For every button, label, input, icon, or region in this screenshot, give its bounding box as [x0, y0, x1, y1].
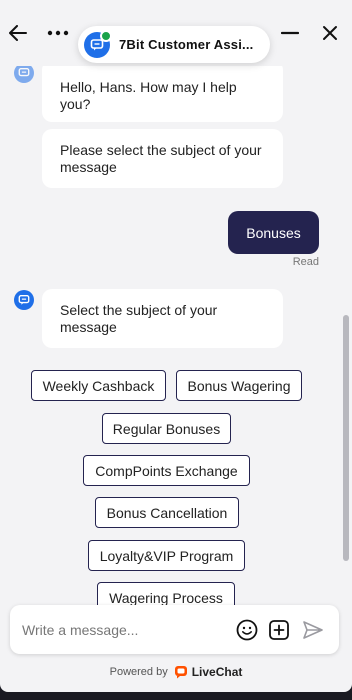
- online-status-dot: [100, 29, 112, 42]
- back-button[interactable]: [3, 18, 33, 48]
- bot-message-bubble: Select the subject of your message: [42, 289, 283, 348]
- bot-avatar: [14, 66, 34, 83]
- message-text: Hello, Hans. How may I help you?: [60, 79, 237, 112]
- chat-title: 7Bit Customer Assi...: [119, 37, 254, 52]
- add-attachment-icon: [269, 620, 289, 640]
- message-input[interactable]: [20, 617, 234, 643]
- quick-reply-wagering-process[interactable]: Wagering Process: [97, 582, 235, 606]
- quick-reply-bonus-cancellation[interactable]: Bonus Cancellation: [95, 497, 239, 528]
- powered-by-label: Powered by: [109, 666, 168, 678]
- bot-message-bubble: Hello, Hans. How may I help you?: [42, 66, 283, 122]
- send-icon: [303, 621, 323, 639]
- bot-message-bubble: Please select the subject of your messag…: [42, 129, 283, 188]
- powered-by-footer[interactable]: Powered by LiveChat: [0, 665, 352, 679]
- minimize-button[interactable]: [275, 18, 305, 48]
- message-text: Bonuses: [246, 224, 301, 241]
- agent-title-pill[interactable]: 7Bit Customer Assi...: [78, 26, 270, 63]
- quick-reply-regular-bonuses[interactable]: Regular Bonuses: [102, 413, 231, 444]
- quick-reply-weekly-cashback[interactable]: Weekly Cashback: [31, 370, 166, 401]
- read-receipt: Read: [292, 256, 319, 268]
- add-attachment-button[interactable]: [267, 618, 291, 642]
- feed-scrollbar[interactable]: [343, 315, 349, 561]
- message-text: Select the subject of your message: [60, 301, 218, 335]
- more-options-button[interactable]: [43, 18, 73, 48]
- message-feed[interactable]: Hello, Hans. How may I help you? Please …: [0, 66, 352, 606]
- quick-reply-bonus-wagering[interactable]: Bonus Wagering: [176, 370, 302, 401]
- more-horizontal-icon: [47, 30, 69, 36]
- bot-avatar: [14, 290, 34, 310]
- minimize-icon: [281, 31, 299, 35]
- message-composer: [10, 605, 339, 654]
- arrow-left-icon: [9, 25, 27, 41]
- livechat-logo-icon: [174, 666, 187, 679]
- user-message-bubble: Bonuses: [228, 211, 319, 254]
- chat-bot-icon: [18, 68, 30, 77]
- quick-reply-loyalty-vip-program[interactable]: Loyalty&VIP Program: [88, 540, 245, 571]
- agent-avatar: [84, 29, 112, 58]
- chat-header: 7Bit Customer Assi...: [0, 0, 352, 66]
- emoji-button[interactable]: [235, 618, 259, 642]
- chat-bot-icon: [18, 295, 30, 305]
- send-button[interactable]: [301, 618, 325, 642]
- chat-window: 7Bit Customer Assi... Hello, Hans. How m…: [0, 0, 352, 692]
- close-icon: [323, 26, 337, 40]
- livechat-brand: LiveChat: [191, 665, 243, 679]
- quick-reply-comppoints-exchange[interactable]: CompPoints Exchange: [83, 455, 250, 486]
- message-text: Please select the subject of your messag…: [60, 141, 262, 175]
- close-button[interactable]: [315, 18, 345, 48]
- emoji-icon: [236, 619, 258, 641]
